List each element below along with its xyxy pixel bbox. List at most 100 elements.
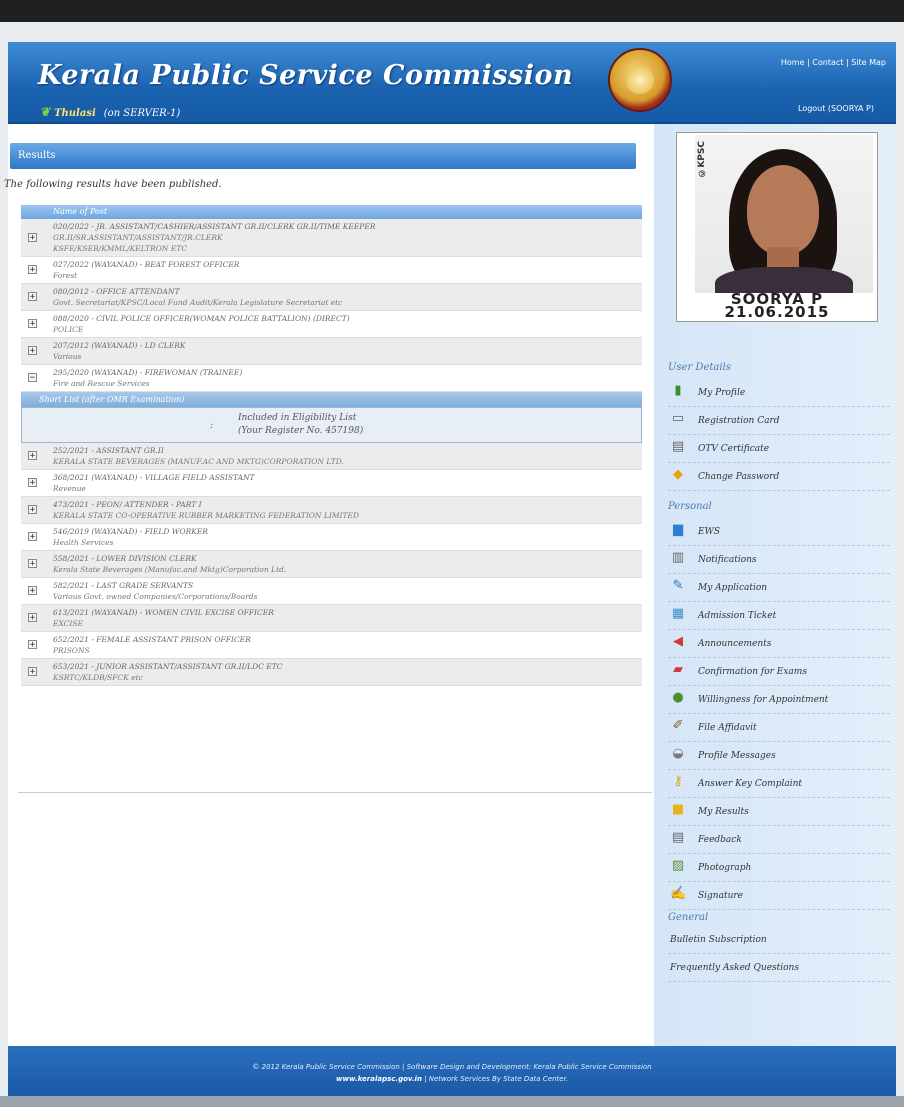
site-header: Kerala Public Service Commission ❦ Thulas… (8, 42, 896, 124)
server-label: (on SERVER-1) (103, 108, 181, 119)
result-row: +027/2022 (WAYANAD) - BEAT FOREST OFFICE… (21, 257, 642, 284)
expand-icon[interactable]: + (28, 451, 37, 461)
result-row: +088/2020 - CIVIL POLICE OFFICER(WOMAN P… (21, 311, 642, 338)
shortlist-result: : Included in Eligibility List (Your Reg… (21, 407, 642, 443)
expand-icon[interactable]: + (28, 532, 37, 542)
result-row: +582/2021 - LAST GRADE SERVANTS Various G… (21, 578, 642, 605)
browser-top-strip (0, 0, 904, 22)
sidebar-item-notifications[interactable]: ▥ Notifications (668, 546, 890, 574)
expand-icon[interactable]: + (28, 613, 37, 623)
sidebar-item-feedback[interactable]: ▤ Feedback (668, 826, 890, 854)
sidebar-item-ews[interactable]: ▆ EWS (668, 518, 890, 546)
thulasi-leaf-icon: ❦ (40, 105, 51, 119)
sidebar-item-signature[interactable]: ✍ Signature (668, 882, 890, 910)
expand-icon[interactable]: + (28, 346, 37, 356)
result-row: +080/2012 - OFFICE ATTENDANT Govt. Secret… (21, 284, 642, 311)
column-header-name-of-post: Name of Post (21, 205, 642, 219)
sidebar-item-label: Confirmation for Exams (698, 667, 807, 677)
sidebar-item-confirmation-for-exams[interactable]: ▰ Confirmation for Exams (668, 658, 890, 686)
willingness-icon: ● (672, 690, 684, 705)
expand-icon[interactable]: + (28, 586, 37, 596)
main-content: Results The following results have been … (4, 124, 654, 1046)
result-row: +020/2022 - JR. ASSISTANT/CASHIER/ASSIST… (21, 219, 642, 257)
post-department: Various (53, 352, 82, 361)
sidebar-item-label: Profile Messages (698, 751, 776, 761)
sidebar-item-admission-ticket[interactable]: ▦ Admission Ticket (668, 602, 890, 630)
expand-icon[interactable]: + (28, 265, 37, 275)
result-row: +653/2021 - JUNIOR ASSISTANT/ASSISTANT G… (21, 659, 642, 686)
general-menu: Bulletin Subscription Frequently Asked Qu… (668, 926, 890, 982)
general-title: General (668, 912, 709, 923)
site-map-link[interactable]: Site Map (851, 58, 886, 67)
results-heading: Results (10, 143, 636, 169)
top-links: Home | Contact | Site Map (780, 58, 886, 67)
sidebar-item-announcements[interactable]: ◀ Announcements (668, 630, 890, 658)
post-title: 653/2021 - JUNIOR ASSISTANT/ASSISTANT GR… (53, 662, 283, 671)
registration-card-icon: ▭ (671, 411, 685, 426)
sidebar: ©KPSC SOORYA P 21.06.2015 User Details ▮… (654, 124, 896, 1046)
sidebar-item-change-password[interactable]: ◆ Change Password (668, 463, 890, 491)
expand-icon[interactable]: + (28, 232, 37, 242)
sidebar-item-label: Photograph (698, 863, 752, 873)
expand-icon[interactable]: + (28, 478, 37, 488)
contact-link[interactable]: Contact (812, 58, 843, 67)
result-row: +473/2021 - PEON/ ATTENDER - PART I KERAL… (21, 497, 642, 524)
post-title: 613/2021 (WAYANAD) - WOMEN CIVIL EXCISE … (53, 608, 274, 617)
expand-icon[interactable]: + (28, 505, 37, 515)
personal-title: Personal (668, 501, 712, 512)
post-department: Fire and Rescue Services (53, 379, 150, 388)
post-department: KSRTC/KLDB/SFCK etc (53, 673, 143, 682)
personal-menu: ▆ EWS ▥ Notifications ✎ My Application ▦ Admiss… (668, 518, 890, 910)
expand-icon[interactable]: + (28, 319, 37, 329)
post-title: 080/2012 - OFFICE ATTENDANT (53, 287, 180, 296)
post-department: KERALA STATE CO-OPERATIVE RUBBER MARKETI… (53, 511, 359, 520)
post-department: GR.II/SR.ASSISTANT/ASSISTANT/JR.CLERK (53, 233, 223, 242)
sidebar-item-my-application[interactable]: ✎ My Application (668, 574, 890, 602)
user-details-menu: ▮ My Profile ▭ Registration Card ▤ OTV Certif… (668, 379, 890, 491)
messages-icon: ◒ (672, 746, 684, 761)
post-title: 582/2021 - LAST GRADE SERVANTS (53, 581, 194, 590)
expand-icon[interactable]: + (28, 667, 37, 677)
photograph-icon: ▨ (671, 858, 685, 873)
sidebar-item-my-profile[interactable]: ▮ My Profile (668, 379, 890, 407)
sidebar-item-willingness-for-appointment[interactable]: ● Willingness for Appointment (668, 686, 890, 714)
sidebar-item-label: My Results (698, 807, 749, 817)
collapse-icon[interactable]: − (28, 373, 37, 383)
expand-icon[interactable]: + (28, 292, 37, 302)
results-icon: ■ (671, 802, 685, 817)
sidebar-item-label: OTV Certificate (698, 444, 770, 454)
post-title: 558/2021 - LOWER DIVISION CLERK (53, 554, 197, 563)
sidebar-item-label: Willingness for Appointment (698, 695, 829, 705)
post-department: POLICE (53, 325, 84, 334)
logout-link[interactable]: Logout (SOORYA P) (798, 104, 874, 113)
sidebar-item-frequently-asked-questions[interactable]: Frequently Asked Questions (668, 954, 890, 982)
result-row: +652/2021 - FEMALE ASSISTANT PRISON OFFI… (21, 632, 642, 659)
sidebar-item-registration-card[interactable]: ▭ Registration Card (668, 407, 890, 435)
sidebar-item-label: Frequently Asked Questions (670, 963, 799, 973)
brand-name: Thulasi (54, 108, 96, 119)
post-title: 295/2020 (WAYANAD) - FIREWOMAN (TRAINEE) (53, 368, 243, 377)
sidebar-item-label: Notifications (698, 555, 757, 565)
footer-website-link[interactable]: www.keralapsc.gov.in (336, 1075, 422, 1083)
site-footer: © 2012 Kerala Public Service Commission … (8, 1046, 896, 1096)
post-title: 252/2021 - ASSISTANT GR.II (53, 446, 164, 455)
eligibility-status: Included in Eligibility List (238, 413, 357, 423)
expand-icon[interactable]: + (28, 640, 37, 650)
signature-icon: ✍ (670, 886, 687, 901)
post-department: Kerala State Beverages (Manufac.and Mktg… (53, 565, 287, 574)
sidebar-item-answer-key-complaint[interactable]: ⚷ Answer Key Complaint (668, 770, 890, 798)
post-department: KSFE/KSEB/KMML/KELTRON ETC (53, 244, 188, 253)
sidebar-item-bulletin-subscription[interactable]: Bulletin Subscription (668, 926, 890, 954)
result-row: − 295/2020 (WAYANAD) - FIREWOMAN (TRAINEE… (21, 365, 642, 392)
sidebar-item-label: My Application (698, 583, 768, 593)
sidebar-item-profile-messages[interactable]: ◒ Profile Messages (668, 742, 890, 770)
sidebar-item-file-affidavit[interactable]: ✐ File Affidavit (668, 714, 890, 742)
admission-ticket-icon: ▦ (671, 606, 685, 621)
sidebar-item-my-results[interactable]: ■ My Results (668, 798, 890, 826)
home-link[interactable]: Home (781, 58, 805, 67)
sidebar-item-photograph[interactable]: ▨ Photograph (668, 854, 890, 882)
sidebar-item-label: Admission Ticket (698, 611, 777, 621)
sidebar-item-otv-certificate[interactable]: ▤ OTV Certificate (668, 435, 890, 463)
post-department: Various Govt. owned Companies/Corporatio… (53, 592, 258, 601)
expand-icon[interactable]: + (28, 559, 37, 569)
